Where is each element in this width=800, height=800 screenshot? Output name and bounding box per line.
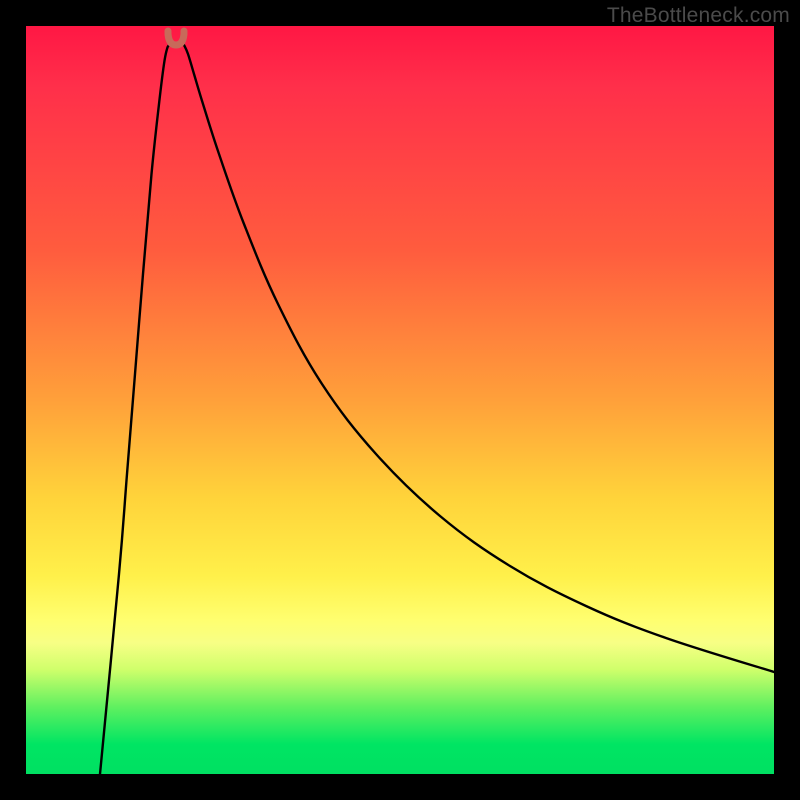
plot-area xyxy=(26,26,774,774)
right-branch-curve xyxy=(184,45,774,672)
left-branch-curve xyxy=(100,45,169,774)
watermark-text: TheBottleneck.com xyxy=(607,4,790,28)
chart-frame: TheBottleneck.com xyxy=(0,0,800,800)
curve-layer xyxy=(26,26,774,774)
